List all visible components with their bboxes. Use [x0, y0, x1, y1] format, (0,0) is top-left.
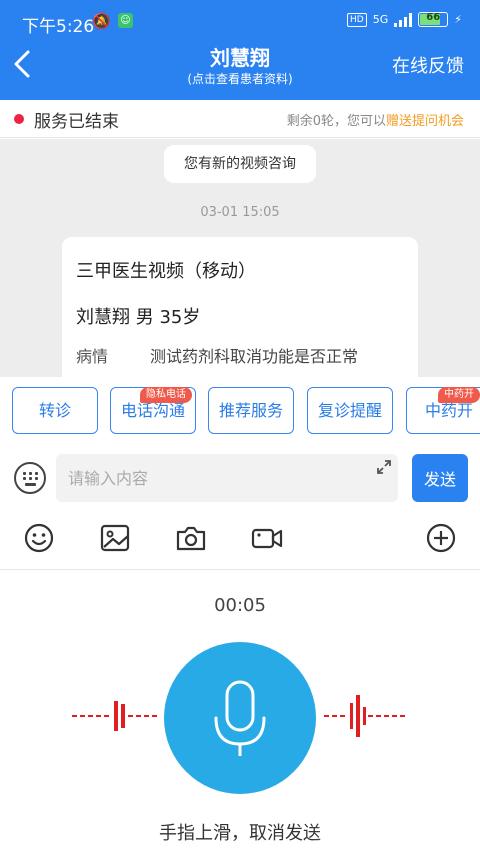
- charging-icon: ⚡: [454, 13, 462, 26]
- condition-value: 测试药剂科取消功能是否正常: [150, 347, 359, 366]
- send-button[interactable]: 发送: [412, 454, 468, 502]
- video-icon[interactable]: [250, 521, 284, 555]
- consultation-type: 三甲医生视频（移动）: [76, 261, 256, 282]
- app-notification-icon: ☺: [118, 13, 133, 28]
- network-label: 5G: [372, 13, 389, 26]
- signal-icon: [394, 12, 413, 27]
- battery-level: 66: [426, 12, 441, 23]
- plus-icon[interactable]: [424, 521, 458, 555]
- tool-row: [0, 515, 480, 570]
- service-ended-label: 服务已结束: [34, 112, 119, 132]
- service-status-bar: 服务已结束 剩余0轮，您可以赠送提问机会: [0, 100, 480, 138]
- keyboard-icon[interactable]: [14, 462, 46, 494]
- remaining-rounds-text: 剩余0轮，您可以赠送提问机会: [287, 110, 464, 129]
- message-input[interactable]: [56, 454, 398, 502]
- online-feedback-button[interactable]: 在线反馈: [392, 52, 464, 78]
- quick-actions-bar: 转诊 电话沟通 隐私电话 推荐服务 复诊提醒 中药开 中药开: [0, 377, 480, 443]
- gift-question-link[interactable]: 赠送提问机会: [386, 114, 464, 129]
- status-bar: 下午5:26 🔕 ☺ HD 5G 66 ⚡: [0, 0, 480, 44]
- system-message: 您有新的视频咨询: [164, 145, 316, 183]
- battery-icon: 66: [418, 12, 449, 27]
- emoji-icon[interactable]: [22, 521, 56, 555]
- input-row: 发送: [0, 443, 480, 515]
- recording-timer: 00:05: [214, 595, 266, 616]
- right-sound-wave-icon: [324, 695, 408, 737]
- remaining-prefix: 剩余0轮，您可以: [286, 114, 386, 129]
- chat-area[interactable]: 您有新的视频咨询 03-01 15:05 三甲医生视频（移动） 刘慧翔 男 35…: [0, 139, 480, 377]
- condition-label: 病情: [76, 347, 109, 366]
- follow-up-reminder-button[interactable]: 复诊提醒: [307, 387, 393, 434]
- patient-info: 刘慧翔 男 35岁: [76, 307, 201, 328]
- chinese-medicine-tag: 中药开: [438, 387, 480, 403]
- recommend-service-button[interactable]: 推荐服务: [208, 387, 294, 434]
- record-button[interactable]: [164, 642, 316, 794]
- status-dot: [14, 114, 24, 124]
- microphone-icon: [214, 680, 266, 756]
- top-bar: 下午5:26 🔕 ☺ HD 5G 66 ⚡ 刘慧翔 (点击查看患者资料) 在线反…: [0, 0, 480, 100]
- referral-button[interactable]: 转诊: [12, 387, 98, 434]
- expand-icon[interactable]: [376, 459, 392, 475]
- status-time: 下午5:26: [22, 17, 95, 37]
- left-sound-wave-icon: [72, 701, 158, 731]
- bell-muted-icon: 🔕: [92, 12, 111, 30]
- fade-overlay: [310, 811, 480, 851]
- hd-badge: HD: [347, 12, 367, 27]
- consultation-card[interactable]: 三甲医生视频（移动） 刘慧翔 男 35岁 病情 测试药剂科取消功能是否正常: [62, 237, 418, 377]
- private-phone-tag: 隐私电话: [140, 387, 192, 403]
- voice-recording-panel: 00:05 手指上滑，取消发送: [0, 571, 480, 853]
- camera-icon[interactable]: [174, 521, 208, 555]
- status-indicators: HD 5G 66 ⚡: [347, 12, 462, 27]
- message-timestamp: 03-01 15:05: [200, 205, 280, 220]
- image-icon[interactable]: [98, 521, 132, 555]
